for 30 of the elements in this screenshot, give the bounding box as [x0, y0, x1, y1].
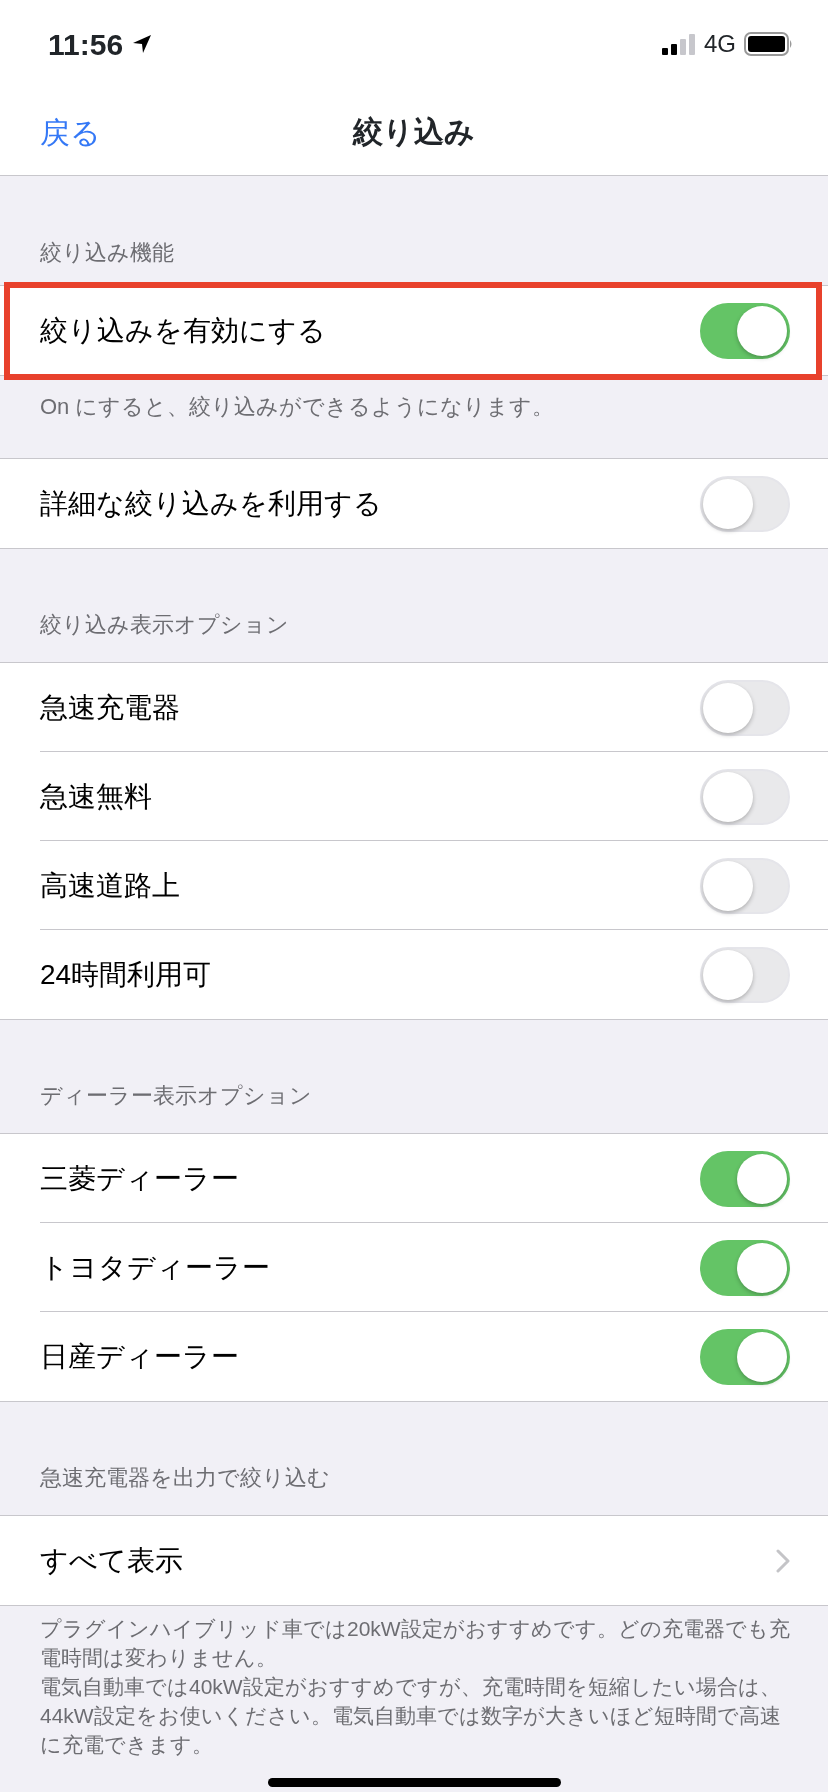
network-type: 4G: [704, 29, 736, 59]
footer-note: On にすると、絞り込みができるようになります。: [40, 394, 555, 419]
setting-label: 急速無料: [40, 779, 153, 814]
item-label: すべて表示: [40, 1543, 184, 1578]
setting-label: 三菱ディーラー: [40, 1161, 240, 1196]
battery-icon: [744, 32, 794, 56]
toggle-switch[interactable]: [700, 302, 790, 359]
section-header: 急速充電器を出力で絞り込む: [40, 1464, 330, 1491]
setting-label: トヨタディーラー: [40, 1250, 271, 1285]
setting-label: 高速道路上: [40, 868, 181, 903]
section-header: 絞り込み機能: [40, 239, 174, 267]
setting-label: 日産ディーラー: [40, 1339, 240, 1374]
footer-note: 電気自動車では40kW設定がおすすめですが、充電時間を短縮したい場合は、44kW設定をお使いください。電気自動車では数字が大きいほど短時間で高速に充電できます。: [40, 1674, 782, 1758]
location-arrow-icon: [131, 33, 154, 55]
chevron-icon: [776, 1548, 790, 1573]
section-header: ディーラー表示オプション: [40, 1082, 312, 1109]
setting-label: 24時間利用可: [40, 957, 213, 992]
toggle-switch[interactable]: [700, 1239, 790, 1296]
setting-label: 詳細な絞り込みを利用する: [40, 486, 383, 521]
section-header: 絞り込み表示オプション: [40, 611, 289, 638]
setting-label: 絞り込みを有効にする: [40, 313, 327, 348]
list-item[interactable]: すべて表示: [0, 1516, 828, 1605]
toggle-switch[interactable]: [700, 1328, 790, 1385]
signal-icon: [662, 33, 696, 55]
toggle-switch[interactable]: [700, 1150, 790, 1207]
back-button[interactable]: 戻る: [40, 109, 101, 154]
setting-label: 急速充電器: [40, 690, 181, 725]
footer-note: プラグインハイブリッド車では20kW設定がおすすめです。どの充電器でも充電時間は変わりません。: [40, 1616, 791, 1671]
clock-time: 11:56: [48, 26, 124, 63]
screen-title: 絞り込み: [353, 114, 475, 150]
